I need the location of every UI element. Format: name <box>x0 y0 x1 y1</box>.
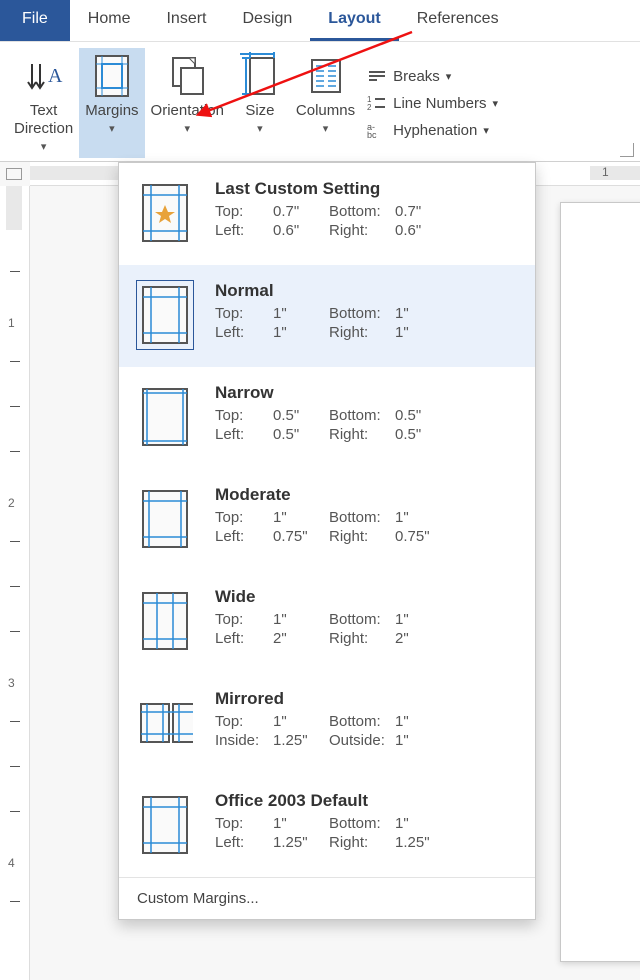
margins-option-wide[interactable]: Wide Top:1"Bottom:1"Left:2"Right:2" <box>119 571 535 673</box>
tab-design[interactable]: Design <box>224 0 310 41</box>
line-numbers-label: Line Numbers <box>393 95 486 112</box>
page-setup-extras: Breaks ▾ 12 Line Numbers ▾ a-bc Hyphenatio… <box>361 48 498 158</box>
ribbon-tabs: File Home Insert Design Layout Reference… <box>0 0 640 42</box>
tab-references[interactable]: References <box>399 0 517 41</box>
margins-option-moderate[interactable]: Moderate Top:1"Bottom:1"Left:0.75"Right:0… <box>119 469 535 571</box>
vertical-ruler[interactable]: 1 2 3 4 <box>0 186 30 980</box>
margin-option-title: Wide <box>215 587 517 607</box>
svg-text:bc: bc <box>367 130 377 138</box>
margins-button[interactable]: Margins ▾ <box>79 48 144 158</box>
margin-preset-icon <box>137 383 193 451</box>
size-label: Size <box>245 102 274 120</box>
size-button[interactable]: Size ▾ <box>230 48 290 158</box>
vruler-mark: 4 <box>8 856 15 870</box>
tab-home[interactable]: Home <box>70 0 149 41</box>
vruler-mark: 2 <box>8 496 15 510</box>
margin-preset-icon <box>137 281 193 349</box>
ribbon-layout: A Text Direction ▾ Margins ▾ <box>0 42 640 162</box>
line-numbers-icon: 12 <box>367 95 387 111</box>
margin-option-values: Top:1"Bottom:1"Left:1.25"Right:1.25" <box>215 815 517 851</box>
margin-option-values: Top:1"Bottom:1"Left:1"Right:1" <box>215 305 517 341</box>
margins-option-narrow[interactable]: Narrow Top:0.5"Bottom:0.5"Left:0.5"Right:… <box>119 367 535 469</box>
chevron-down-icon: ▾ <box>257 122 263 135</box>
vruler-mark: 3 <box>8 676 15 690</box>
margins-option-office-2003-default[interactable]: Office 2003 Default Top:1"Bottom:1"Left:1… <box>119 775 535 877</box>
margins-label: Margins <box>85 102 138 120</box>
margins-option-mirrored[interactable]: Mirrored Top:1"Bottom:1"Inside:1.25"Outsi… <box>119 673 535 775</box>
breaks-label: Breaks <box>393 68 440 85</box>
margin-option-title: Moderate <box>215 485 517 505</box>
margin-option-title: Last Custom Setting <box>215 179 517 199</box>
margin-option-values: Top:1"Bottom:1"Inside:1.25"Outside:1" <box>215 713 517 749</box>
tab-insert[interactable]: Insert <box>148 0 224 41</box>
hyphenation-icon: a-bc <box>367 122 387 138</box>
tab-file[interactable]: File <box>0 0 70 41</box>
margin-option-values: Top:0.7"Bottom:0.7"Left:0.6"Right:0.6" <box>215 203 517 239</box>
margin-option-values: Top:0.5"Bottom:0.5"Left:0.5"Right:0.5" <box>215 407 517 443</box>
page-setup-dialog-launcher[interactable] <box>620 143 634 157</box>
margin-preset-icon <box>137 587 193 655</box>
hruler-mark-1: 1 <box>602 165 609 179</box>
margin-preset-icon <box>137 179 193 247</box>
margin-option-values: Top:1"Bottom:1"Left:2"Right:2" <box>215 611 517 647</box>
size-icon <box>236 52 284 100</box>
text-direction-label: Text Direction <box>14 102 73 138</box>
hyphenation-button[interactable]: a-bc Hyphenation ▾ <box>367 122 498 139</box>
columns-button[interactable]: Columns ▾ <box>290 48 361 158</box>
breaks-button[interactable]: Breaks ▾ <box>367 68 498 85</box>
margin-preset-icon <box>137 791 193 859</box>
margins-dropdown: Last Custom Setting Top:0.7"Bottom:0.7"Le… <box>118 162 536 920</box>
chevron-down-icon: ▾ <box>493 97 499 110</box>
margins-icon <box>88 52 136 100</box>
ruler-corner <box>6 168 22 180</box>
orientation-button[interactable]: Orientation ▾ <box>145 48 230 158</box>
columns-label: Columns <box>296 102 355 120</box>
margins-option-normal[interactable]: Normal Top:1"Bottom:1"Left:1"Right:1" <box>119 265 535 367</box>
chevron-down-icon: ▾ <box>109 122 115 135</box>
margin-option-values: Top:1"Bottom:1"Left:0.75"Right:0.75" <box>215 509 517 545</box>
svg-text:2: 2 <box>367 103 372 111</box>
text-direction-button[interactable]: A Text Direction ▾ <box>8 48 79 158</box>
margin-preset-icon <box>137 485 193 553</box>
chevron-down-icon: ▾ <box>323 122 329 135</box>
margins-option-last-custom-setting[interactable]: Last Custom Setting Top:0.7"Bottom:0.7"Le… <box>119 163 535 265</box>
margin-option-title: Normal <box>215 281 517 301</box>
hyphenation-label: Hyphenation <box>393 122 477 139</box>
orientation-label: Orientation <box>151 102 224 120</box>
line-numbers-button[interactable]: 12 Line Numbers ▾ <box>367 95 498 112</box>
chevron-down-icon: ▾ <box>483 124 489 137</box>
custom-margins-button[interactable]: Custom Margins... <box>119 877 535 919</box>
text-direction-icon: A <box>20 52 68 100</box>
margin-option-title: Office 2003 Default <box>215 791 517 811</box>
breaks-icon <box>367 68 387 84</box>
vruler-mark: 1 <box>8 316 15 330</box>
margin-option-title: Narrow <box>215 383 517 403</box>
document-page[interactable] <box>560 202 640 962</box>
svg-text:A: A <box>48 65 63 87</box>
columns-icon <box>302 52 350 100</box>
chevron-down-icon: ▾ <box>184 122 190 135</box>
margin-option-title: Mirrored <box>215 689 517 709</box>
orientation-icon <box>163 52 211 100</box>
tab-layout[interactable]: Layout <box>310 0 398 41</box>
chevron-down-icon: ▾ <box>41 140 47 153</box>
margin-preset-icon <box>137 689 193 757</box>
chevron-down-icon: ▾ <box>446 70 452 83</box>
